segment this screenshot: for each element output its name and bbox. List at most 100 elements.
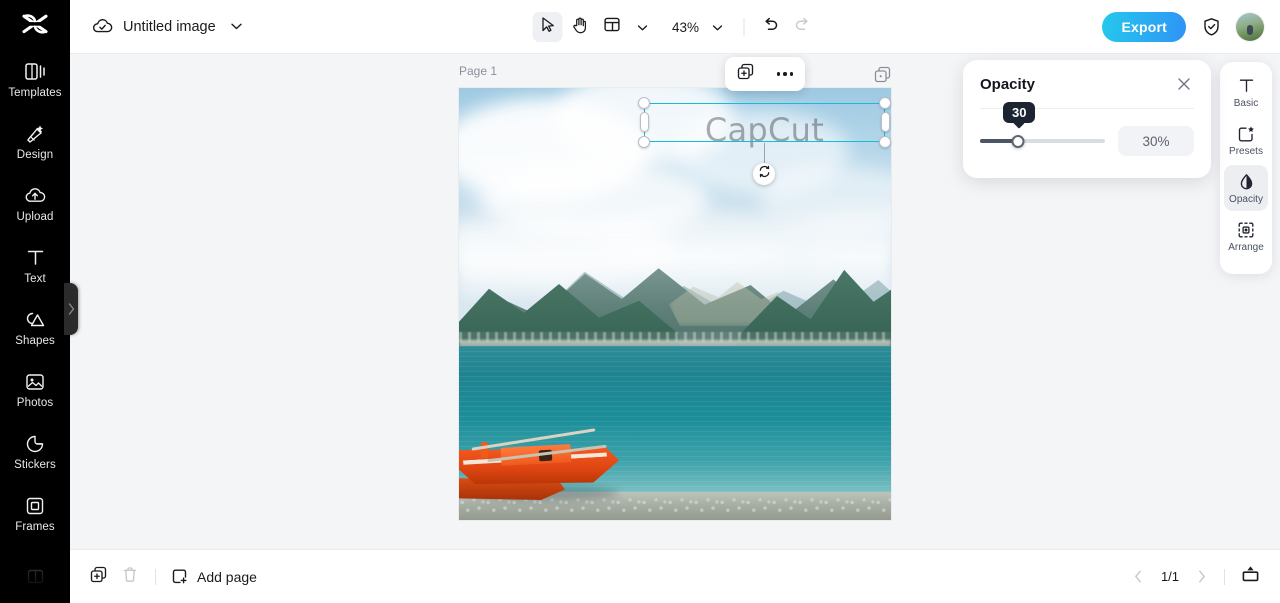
shield-check-icon[interactable]	[1200, 16, 1222, 38]
document-chip[interactable]: Untitled image	[91, 16, 246, 38]
slider-thumb[interactable]	[1011, 134, 1024, 148]
hand-pan-icon	[571, 16, 588, 39]
resize-handle-left[interactable]	[640, 112, 649, 132]
cursor-select-icon	[540, 16, 556, 38]
upload-cloud-icon	[24, 185, 46, 207]
design-icon	[24, 123, 46, 145]
resize-handle-top-right[interactable]	[879, 97, 891, 109]
close-icon[interactable]	[1174, 74, 1194, 94]
artboard[interactable]: CapCut	[459, 88, 891, 520]
chevron-right-icon	[68, 303, 75, 315]
avatar[interactable]	[1236, 13, 1264, 41]
layout-caret-button[interactable]	[628, 12, 658, 42]
rail-item-opacity[interactable]: Opacity	[1224, 165, 1268, 211]
sidebar-item-label: Stickers	[14, 458, 56, 471]
duplicate-page-icon[interactable]	[872, 64, 892, 84]
undo-button[interactable]	[756, 12, 786, 42]
add-page-label: Add page	[197, 568, 257, 585]
object-floating-toolbar	[725, 57, 805, 91]
delete-page-button[interactable]	[114, 561, 146, 593]
opacity-value-input[interactable]: 30%	[1118, 126, 1194, 156]
text-icon	[24, 247, 46, 269]
sidebar-item-shapes[interactable]: Shapes	[0, 297, 70, 359]
layout-tool-button[interactable]	[597, 12, 627, 42]
cloud-saved-icon	[91, 16, 113, 38]
opacity-drop-icon	[1236, 172, 1256, 192]
sidebar-item-label: Upload	[16, 210, 54, 223]
more-panels-icon	[24, 565, 46, 587]
export-button[interactable]: Export	[1102, 12, 1186, 42]
rotate-handle-icon	[758, 165, 771, 183]
opacity-panel: Opacity 30%	[963, 60, 1211, 178]
present-button[interactable]	[1234, 561, 1266, 593]
zoom-caret-button[interactable]	[703, 12, 733, 42]
select-tool-button[interactable]	[532, 12, 563, 42]
properties-rail: Basic Presets Opacity Arrange	[1220, 62, 1272, 274]
sidebar-item-text[interactable]: Text	[0, 235, 70, 297]
chevron-down-icon	[637, 18, 648, 36]
sidebar-item-more[interactable]	[0, 545, 70, 603]
duplicate-object-button[interactable]	[732, 61, 758, 87]
chevron-down-icon	[712, 18, 723, 36]
sidebar-item-label: Templates	[8, 86, 62, 99]
zoom-group[interactable]: 43%	[670, 12, 733, 42]
capcut-editor-window: Templates Design Upload Text Shapes Phot…	[0, 0, 1280, 603]
left-sidebar: Templates Design Upload Text Shapes Phot…	[0, 0, 70, 603]
rail-item-presets[interactable]: Presets	[1224, 117, 1268, 163]
rail-item-label: Arrange	[1228, 241, 1264, 253]
canvas-tools: 43%	[532, 0, 818, 54]
rotate-handle[interactable]	[753, 163, 775, 185]
sidebar-item-upload[interactable]: Upload	[0, 173, 70, 235]
rail-item-label: Opacity	[1229, 193, 1263, 205]
chevron-down-icon[interactable]	[228, 18, 246, 36]
zoom-level-value[interactable]: 43%	[670, 20, 702, 35]
sidebar-item-design[interactable]: Design	[0, 111, 70, 173]
undo-icon	[762, 17, 780, 38]
more-options-icon	[776, 72, 794, 76]
arrange-icon	[1236, 220, 1256, 240]
rail-item-basic[interactable]: Basic	[1224, 69, 1268, 115]
next-page-button[interactable]	[1189, 564, 1215, 590]
duplicate-icon	[737, 63, 754, 85]
photos-icon	[24, 371, 46, 393]
redo-button[interactable]	[788, 12, 818, 42]
sidebar-item-photos[interactable]: Photos	[0, 359, 70, 421]
bottom-left-group: Add page	[82, 561, 257, 593]
sidebar-item-label: Text	[24, 272, 46, 285]
hand-tool-button[interactable]	[565, 12, 595, 42]
resize-handle-right[interactable]	[881, 112, 890, 132]
rail-item-arrange[interactable]: Arrange	[1224, 213, 1268, 259]
layout-tool-group[interactable]	[597, 12, 658, 42]
bottom-toolbar: Add page 1/1	[70, 549, 1280, 603]
duplicate-page-button[interactable]	[82, 561, 114, 593]
sidebar-item-label: Shapes	[15, 334, 55, 347]
bottom-right-group: 1/1	[1125, 561, 1266, 593]
prev-page-button[interactable]	[1125, 564, 1151, 590]
shapes-icon	[24, 309, 46, 331]
sidebar-collapse-handle[interactable]	[64, 283, 78, 335]
resize-handle-top-left[interactable]	[638, 97, 650, 109]
frames-icon	[24, 495, 46, 517]
sidebar-item-stickers[interactable]: Stickers	[0, 421, 70, 483]
rail-item-label: Basic	[1233, 97, 1259, 109]
stickers-icon	[24, 433, 46, 455]
sidebar-item-frames[interactable]: Frames	[0, 483, 70, 545]
resize-handle-bottom-left[interactable]	[638, 136, 650, 148]
layout-grid-icon	[603, 16, 620, 38]
sidebar-item-templates[interactable]: Templates	[0, 49, 70, 111]
opacity-panel-header: Opacity	[963, 60, 1211, 94]
page-count: 1/1	[1160, 569, 1180, 584]
sidebar-item-label: Design	[16, 148, 54, 161]
bottom-divider	[1224, 568, 1225, 585]
capcut-logo-icon[interactable]	[21, 13, 49, 35]
bottom-divider	[155, 568, 156, 585]
sidebar-item-list: Templates Design Upload Text Shapes Phot…	[0, 49, 70, 603]
document-title[interactable]: Untitled image	[123, 19, 216, 35]
add-page-button[interactable]: Add page	[165, 567, 257, 587]
opacity-value-tooltip: 30	[1003, 102, 1036, 123]
presets-icon	[1236, 124, 1256, 144]
opacity-slider[interactable]	[980, 133, 1105, 149]
top-toolbar: Untitled image 43% Export	[70, 0, 1280, 54]
resize-handle-bottom-right[interactable]	[879, 136, 891, 148]
more-options-button[interactable]	[772, 61, 798, 87]
